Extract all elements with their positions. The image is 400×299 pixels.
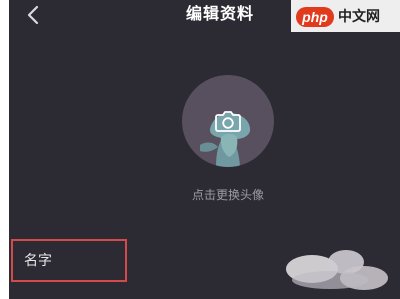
chevron-left-icon — [27, 5, 39, 25]
back-button[interactable] — [22, 3, 46, 27]
screen: 编辑资料 php 中文网 点击更换头像 名字 — [0, 0, 400, 299]
avatar-hint: 点击更换头像 — [191, 188, 264, 202]
left-edge — [0, 0, 9, 299]
watermark-logo: php — [296, 7, 334, 27]
page-title: 编辑资料 — [185, 4, 254, 23]
name-label: 名字 — [24, 253, 52, 269]
edit-profile-screen: 编辑资料 php 中文网 点击更换头像 名字 — [0, 0, 400, 299]
avatar-button[interactable] — [182, 75, 274, 167]
name-field[interactable]: 名字 — [11, 239, 127, 282]
camera-icon — [215, 111, 241, 132]
watermark-text: 中文网 — [338, 9, 380, 25]
watermark-smudge — [286, 250, 388, 290]
watermark-badge: php 中文网 — [291, 0, 400, 32]
